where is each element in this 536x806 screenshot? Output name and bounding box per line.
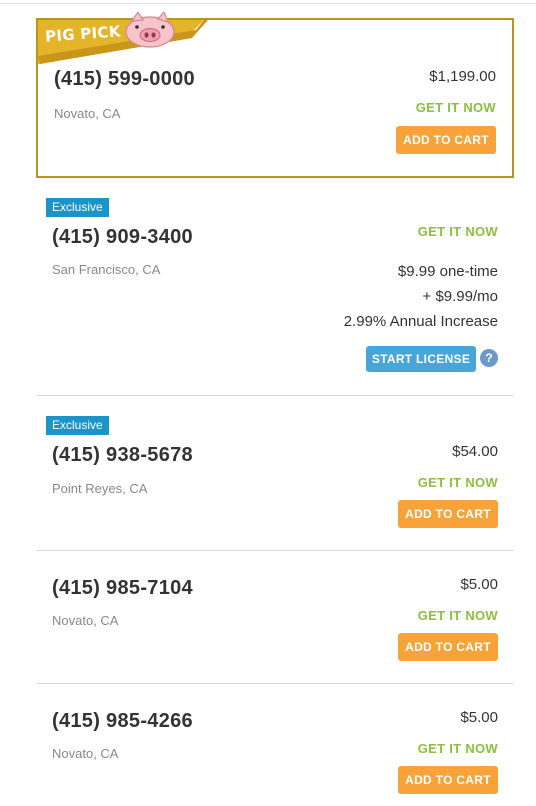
listing-city: Novato, CA bbox=[52, 613, 119, 628]
pig-pick-listing: PIG PICK (415) 599-0000 Novato, CA $1,19… bbox=[36, 12, 514, 178]
exclusive-badge: Exclusive bbox=[46, 198, 109, 217]
price-one-time: $9.99 one-time bbox=[397, 263, 498, 280]
pig-pick-ribbon: PIG PICK bbox=[36, 12, 208, 66]
listing-price: $54.00 bbox=[452, 443, 498, 460]
listing-city: Novato, CA bbox=[54, 106, 121, 121]
listing-price: $5.00 bbox=[460, 576, 498, 593]
get-it-now-label: GET IT NOW bbox=[415, 100, 496, 115]
start-license-button[interactable]: START LICENSE bbox=[366, 346, 476, 372]
listing-item: Exclusive (415) 938-5678 Point Reyes, CA… bbox=[36, 408, 514, 550]
listing-divider bbox=[36, 395, 514, 396]
get-it-now-label: GET IT NOW bbox=[417, 475, 498, 490]
add-to-cart-button[interactable]: ADD TO CART bbox=[396, 126, 496, 154]
listing-price: $5.00 bbox=[460, 709, 498, 726]
exclusive-badge: Exclusive bbox=[46, 416, 109, 435]
add-to-cart-button[interactable]: ADD TO CART bbox=[398, 766, 498, 794]
add-to-cart-button[interactable]: ADD TO CART bbox=[398, 500, 498, 528]
top-divider bbox=[0, 3, 536, 4]
listing-phone[interactable]: (415) 909-3400 bbox=[52, 226, 193, 249]
listing-city: Novato, CA bbox=[52, 746, 119, 761]
get-it-now-label: GET IT NOW bbox=[417, 741, 498, 756]
listing-city: Point Reyes, CA bbox=[52, 481, 148, 496]
get-it-now-label: GET IT NOW bbox=[417, 608, 498, 623]
price-annual-increase: 2.99% Annual Increase bbox=[343, 313, 498, 330]
add-to-cart-button[interactable]: ADD TO CART bbox=[398, 633, 498, 661]
listing-phone[interactable]: (415) 938-5678 bbox=[52, 444, 193, 467]
get-it-now-label: GET IT NOW bbox=[417, 224, 498, 239]
price-monthly: + $9.99/mo bbox=[422, 288, 498, 305]
listing-phone[interactable]: (415) 985-7104 bbox=[52, 577, 193, 600]
listing-price: $1,199.00 bbox=[429, 68, 496, 85]
help-icon[interactable]: ? bbox=[480, 349, 498, 367]
listing-item: Exclusive (415) 909-3400 San Francisco, … bbox=[36, 190, 514, 395]
listing-city: San Francisco, CA bbox=[52, 262, 161, 277]
listing-item: (415) 985-4266 Novato, CA $5.00 GET IT N… bbox=[36, 684, 514, 806]
listing-phone[interactable]: (415) 599-0000 bbox=[54, 68, 195, 91]
listing-item: (415) 985-7104 Novato, CA $5.00 GET IT N… bbox=[36, 551, 514, 683]
listing-phone[interactable]: (415) 985-4266 bbox=[52, 710, 193, 733]
